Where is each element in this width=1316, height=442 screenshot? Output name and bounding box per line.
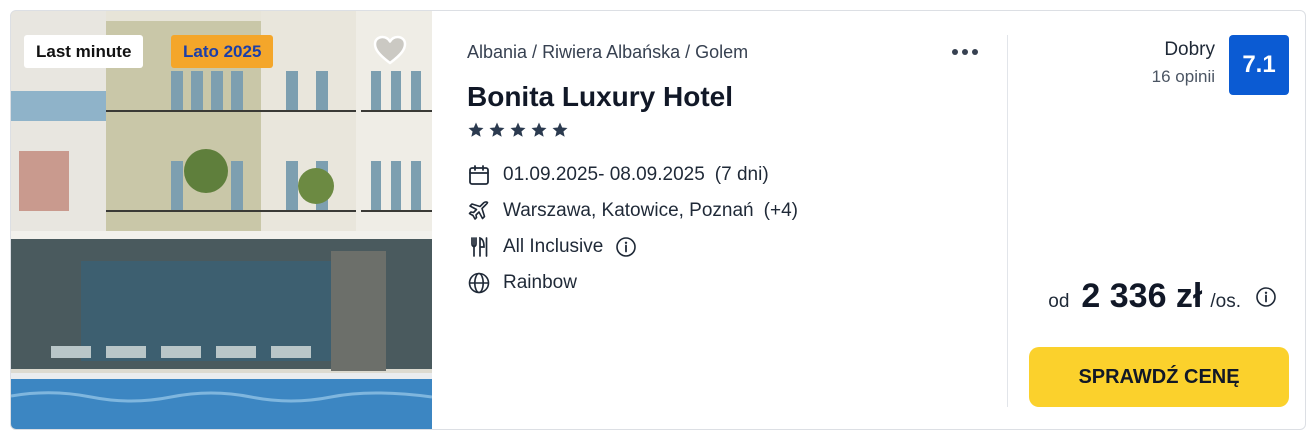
board-type: All Inclusive — [467, 235, 637, 259]
departures-text: Warszawa, Katowice, Poznań — [503, 200, 754, 221]
travel-dates: 01.09.2025- 08.09.2025 (7 dni) — [467, 163, 769, 187]
hotel-photo-illustration — [11, 11, 432, 429]
price: od 2 336 zł /os. — [1048, 277, 1277, 316]
board-text: All Inclusive — [503, 236, 604, 257]
hotel-name[interactable]: Bonita Luxury Hotel — [467, 81, 733, 113]
star-icon — [468, 122, 484, 137]
more-dots-icon — [952, 49, 978, 55]
breadcrumb-city[interactable]: Golem — [695, 42, 748, 62]
season-badge: Lato 2025 — [171, 35, 274, 68]
column-divider — [1007, 35, 1008, 407]
info-icon[interactable] — [615, 236, 637, 258]
price-per-person: /os. — [1210, 291, 1241, 312]
check-price-button[interactable]: SPRAWDŹ CENĘ — [1029, 347, 1289, 407]
hotel-photo[interactable]: Last minute Lato 2025 — [11, 11, 432, 429]
hotel-stars — [467, 121, 569, 139]
star-icon — [552, 122, 568, 137]
breadcrumb-region[interactable]: Riwiera Albańska — [542, 42, 680, 62]
reviews-count[interactable]: 16 opinii — [1152, 67, 1215, 87]
last-minute-badge: Last minute — [24, 35, 144, 68]
price-amount: 2 336 zł — [1081, 277, 1203, 315]
tour-operator: Rainbow — [467, 271, 577, 295]
cutlery-icon — [467, 235, 491, 259]
breadcrumb: Albania / Riwiera Albańska / Golem — [467, 42, 748, 63]
star-icon — [510, 122, 526, 137]
departure-airports: Warszawa, Katowice, Poznań (+4) — [467, 199, 798, 223]
star-icon — [531, 122, 547, 137]
more-options-button[interactable] — [947, 39, 983, 65]
breadcrumb-separator: / — [532, 42, 538, 62]
star-icon — [489, 122, 505, 137]
favorite-button[interactable] — [373, 35, 407, 65]
globe-icon — [467, 271, 491, 295]
breadcrumb-country[interactable]: Albania — [467, 42, 527, 62]
offer-info: Albania / Riwiera Albańska / Golem Bonita Lu… — [467, 11, 1007, 429]
rating-label: Dobry — [1164, 39, 1215, 60]
price-info-icon[interactable] — [1255, 286, 1277, 308]
calendar-icon — [467, 163, 491, 187]
offer-card[interactable]: Last minute Lato 2025 Albania / Riwiera Al… — [10, 10, 1306, 430]
heart-icon — [373, 35, 407, 65]
operator-text: Rainbow — [503, 272, 577, 293]
rating-score-badge: 7.1 — [1229, 35, 1289, 95]
dates-text: 01.09.2025- 08.09.2025 — [503, 164, 705, 185]
price-prefix: od — [1048, 291, 1070, 312]
departures-more[interactable]: (+4) — [764, 200, 798, 222]
breadcrumb-separator: / — [685, 42, 691, 62]
rating-summary[interactable]: Dobry 16 opinii — [1152, 39, 1215, 87]
plane-icon — [467, 199, 491, 223]
duration-text: (7 dni) — [714, 164, 769, 185]
